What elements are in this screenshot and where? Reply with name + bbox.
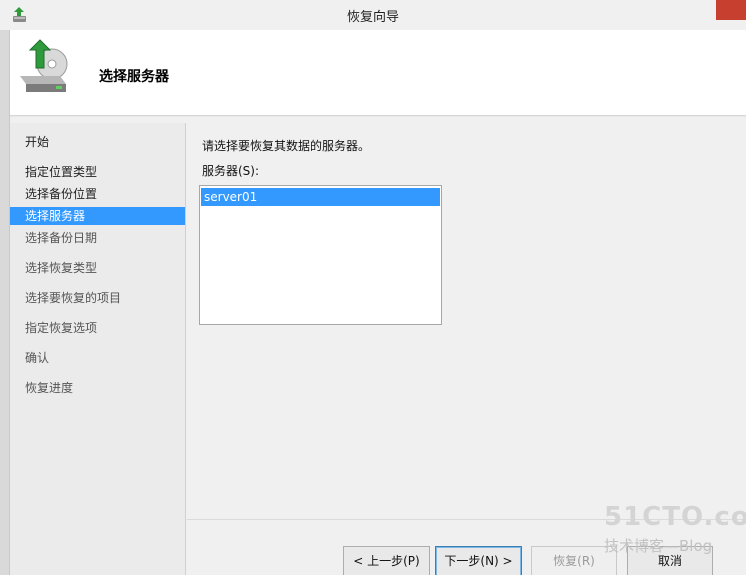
title-bar: 恢复向导 [0, 0, 746, 30]
step-select-server[interactable]: 选择服务器 [10, 207, 185, 225]
wizard-steps-nav: 开始 指定位置类型 选择备份位置 选择服务器 选择备份日期 选择恢复类型 选择要… [10, 123, 186, 575]
step-backup-date[interactable]: 选择备份日期 [10, 229, 185, 247]
window-title: 恢复向导 [346, 10, 399, 25]
restore-drive-icon [16, 38, 76, 96]
step-progress[interactable]: 恢复进度 [10, 379, 185, 397]
close-button[interactable] [716, 0, 746, 20]
step-recovery-options[interactable]: 指定恢复选项 [10, 319, 185, 337]
step-backup-location[interactable]: 选择备份位置 [10, 185, 185, 203]
server-list-item[interactable]: server01 [201, 188, 440, 206]
page-title: 选择服务器 [99, 69, 169, 85]
wizard-header: 选择服务器 [10, 30, 746, 116]
step-location-type[interactable]: 指定位置类型 [10, 163, 185, 181]
step-recovery-type[interactable]: 选择恢复类型 [10, 259, 185, 277]
watermark-subtitle: 技术博客—Blog [604, 537, 713, 555]
step-start[interactable]: 开始 [10, 133, 185, 151]
step-select-items[interactable]: 选择要恢复的项目 [10, 289, 185, 307]
watermark-logo: 51CTO.com [604, 502, 746, 532]
window-frame [0, 30, 10, 575]
back-button[interactable]: < 上一步(P) [343, 546, 430, 575]
next-button[interactable]: 下一步(N) > [435, 546, 522, 575]
server-listbox[interactable]: server01 [199, 185, 442, 325]
servers-label: 服务器(S): [202, 164, 260, 178]
step-confirm[interactable]: 确认 [10, 349, 185, 367]
instruction-text: 请选择要恢复其数据的服务器。 [202, 139, 371, 153]
